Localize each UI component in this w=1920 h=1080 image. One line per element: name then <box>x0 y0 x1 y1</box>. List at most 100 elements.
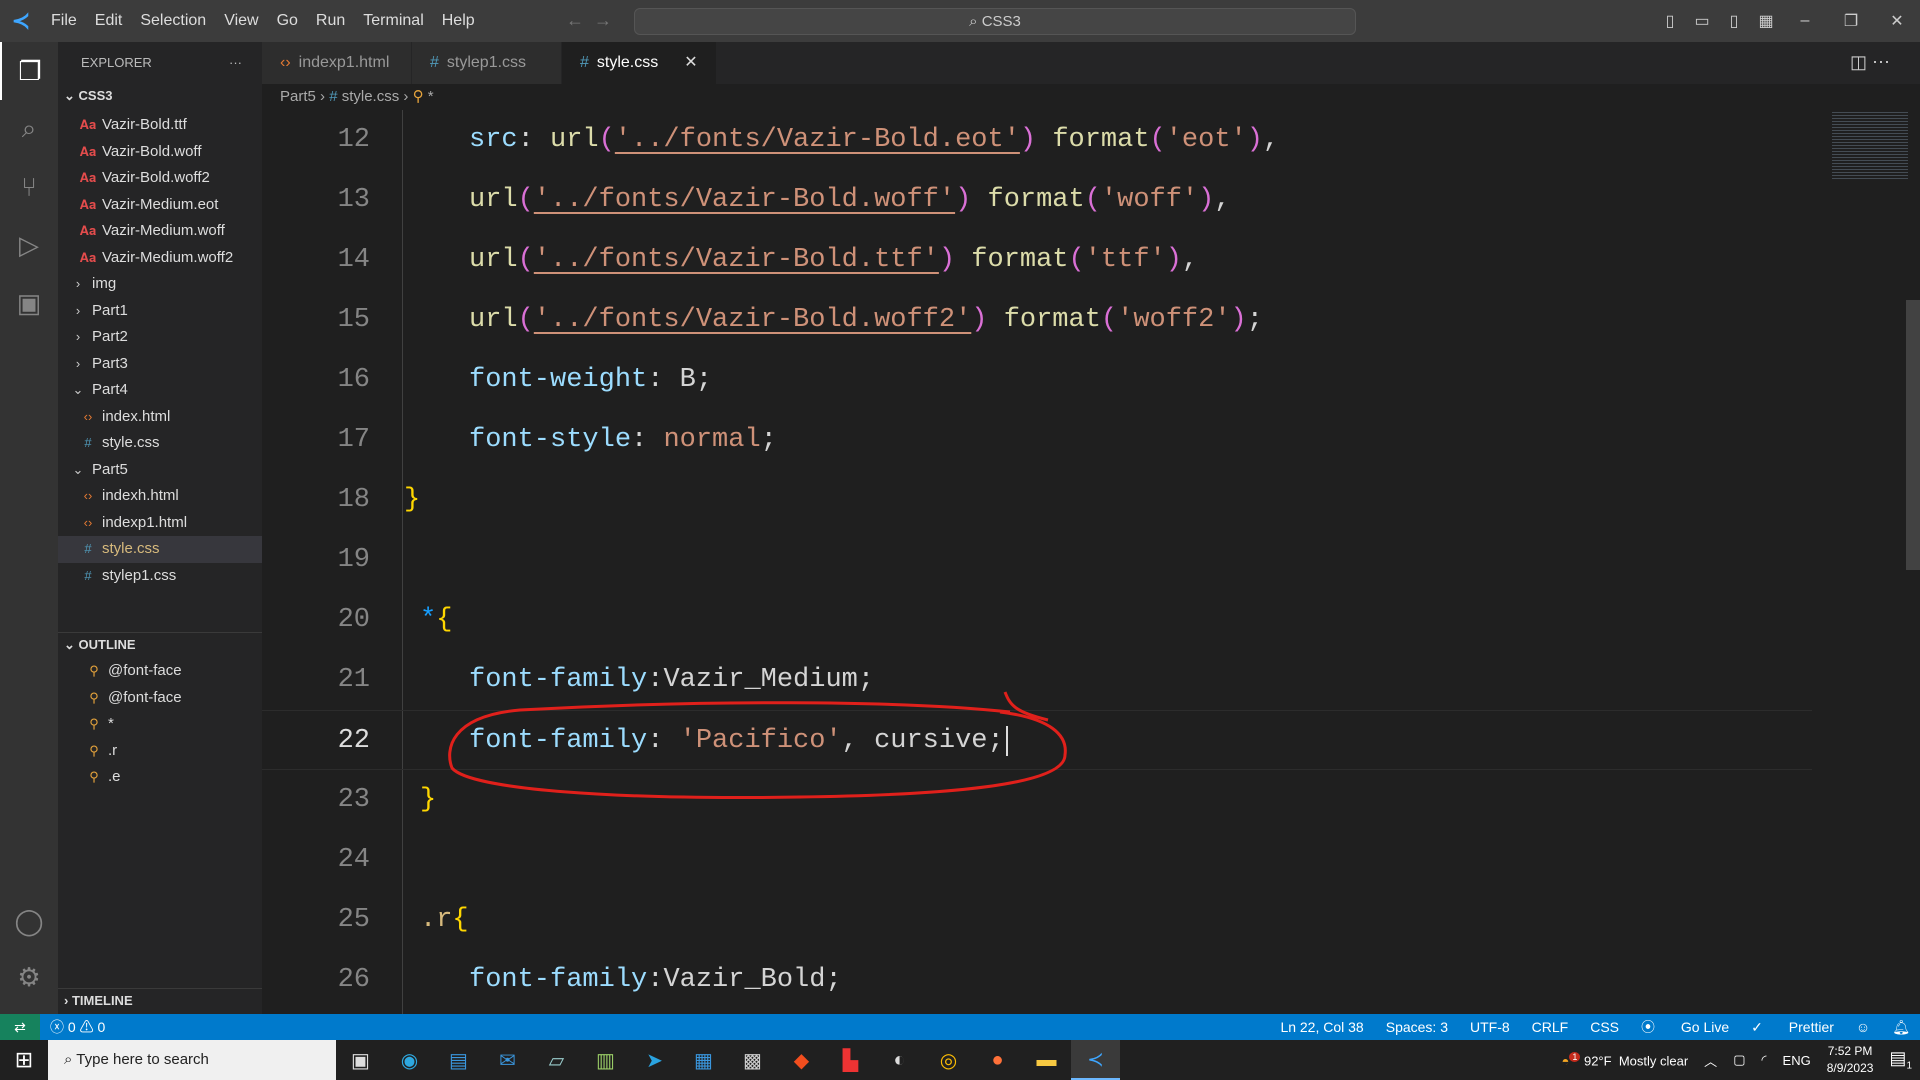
meet-now-icon[interactable]: ▢ <box>1733 1052 1745 1068</box>
indentation[interactable]: Spaces: 3 <box>1386 1014 1448 1040</box>
tree-item[interactable]: 𝐀𝐚 Vazir-Bold.woff <box>58 139 262 166</box>
paint-icon[interactable]: ◐ <box>875 1049 924 1072</box>
source-control-icon[interactable]: ⑂ <box>0 158 58 216</box>
tree-item[interactable]: 𝐀𝐚 Vazir-Medium.eot <box>58 192 262 219</box>
toggle-sidebar-icon[interactable]: ▯ <box>1654 11 1686 31</box>
breadcrumb-file[interactable]: style.css <box>342 88 400 105</box>
code-text: url('../fonts/Vazir-Bold.ttf') format('t… <box>469 230 1198 290</box>
notepad-icon[interactable]: ▱ <box>532 1048 581 1073</box>
breadcrumb-folder[interactable]: Part5 <box>280 88 316 105</box>
split-editor-icon[interactable]: ◫ ⋯ <box>1850 52 1890 73</box>
extensions-icon[interactable]: ▣ <box>0 274 58 332</box>
prettier-button[interactable]: ✓ Prettier <box>1751 1014 1834 1040</box>
restore-button[interactable]: ❐ <box>1828 11 1874 31</box>
weather-widget[interactable]: ◓ 1 92°F Mostly clear <box>1561 1051 1688 1068</box>
tree-item[interactable]: ‹› indexh.html <box>58 483 262 510</box>
nav-arrows[interactable]: ← → <box>566 10 612 31</box>
telegram-icon[interactable]: ➤ <box>630 1048 679 1073</box>
tab-stylep1-css[interactable]: # stylep1.css <box>412 42 562 84</box>
tree-item[interactable]: # style.css <box>58 536 262 563</box>
task-view-icon[interactable]: ▣ <box>336 1048 385 1073</box>
tree-item[interactable]: # style.css <box>58 430 262 457</box>
account-icon[interactable]: ◯ <box>0 892 58 950</box>
breadcrumb-symbol[interactable]: * <box>428 88 434 105</box>
tree-item[interactable]: 𝐀𝐚 Vazir-Bold.ttf <box>58 112 262 139</box>
command-center-search[interactable]: ⌕ CSS3 <box>634 8 1356 35</box>
editor-scrollbar[interactable] <box>1906 300 1920 570</box>
calendar-icon[interactable]: ▦ <box>679 1048 728 1073</box>
tree-item[interactable]: › Part2 <box>58 324 262 351</box>
go-live-button[interactable]: ⦿ Go Live <box>1641 1014 1729 1040</box>
figma-icon[interactable]: ◆ <box>777 1048 826 1073</box>
run-debug-icon[interactable]: ▷ <box>0 216 58 274</box>
windows-start-icon[interactable]: ⊞ <box>0 1047 48 1073</box>
line-ending[interactable]: CRLF <box>1532 1014 1569 1040</box>
taskbar-search[interactable]: ⌕ Type here to search <box>48 1040 336 1080</box>
wifi-icon[interactable]: ◜ <box>1761 1052 1766 1068</box>
minimize-button[interactable]: – <box>1782 12 1828 30</box>
menu-run[interactable]: Run <box>316 12 345 29</box>
chrome-icon[interactable]: ◎ <box>924 1048 973 1073</box>
tree-item[interactable]: 𝐀𝐚 Vazir-Medium.woff <box>58 218 262 245</box>
menu-edit[interactable]: Edit <box>95 12 123 29</box>
cursor-position[interactable]: Ln 22, Col 38 <box>1280 1014 1363 1040</box>
file-explorer-icon[interactable]: ▬ <box>1022 1049 1071 1072</box>
outline-item[interactable]: ⚲ * <box>58 711 262 738</box>
outline-item[interactable]: ⚲ @font-face <box>58 658 262 685</box>
outline-item[interactable]: ⚲ .r <box>58 738 262 765</box>
tray-chevron-icon[interactable]: ︿ <box>1704 1051 1717 1070</box>
code-editor[interactable]: 12 src: url('../fonts/Vazir-Bold.eot') fo… <box>262 110 1920 1014</box>
customize-layout-icon[interactable]: ▦ <box>1750 11 1782 31</box>
tree-item[interactable]: # stylep1.css <box>58 563 262 590</box>
firefox-icon[interactable]: ● <box>973 1049 1022 1072</box>
toggle-panel-icon[interactable]: ▭ <box>1686 11 1718 31</box>
menu-help[interactable]: Help <box>442 12 475 29</box>
close-tab-icon[interactable]: ✕ <box>684 54 697 71</box>
tree-item[interactable]: › Part3 <box>58 351 262 378</box>
code-token: , <box>1262 125 1280 155</box>
menu-terminal[interactable]: Terminal <box>363 12 423 29</box>
folder-root[interactable]: ⌄ CSS3 <box>58 84 262 108</box>
vscode-taskbar-icon[interactable]: ≺ <box>1071 1040 1120 1080</box>
tree-item[interactable]: ⌄ Part5 <box>58 457 262 484</box>
encoding[interactable]: UTF-8 <box>1470 1014 1510 1040</box>
toggle-secondary-sidebar-icon[interactable]: ▯ <box>1718 11 1750 31</box>
timeline-header[interactable]: › TIMELINE <box>58 988 262 1012</box>
tree-item[interactable]: › img <box>58 271 262 298</box>
remote-icon[interactable]: ⇄ <box>0 1014 40 1040</box>
language-indicator[interactable]: ENG <box>1783 1053 1811 1068</box>
tree-item[interactable]: ⌄ Part4 <box>58 377 262 404</box>
tab-style-css[interactable]: # style.css ✕ <box>562 42 717 84</box>
mail-icon[interactable]: ✉ <box>483 1048 532 1073</box>
outline-header[interactable]: ⌄ OUTLINE <box>58 632 262 656</box>
more-actions-button[interactable]: ··· <box>229 42 242 84</box>
bell-icon[interactable]: 🔔︎ <box>1892 1014 1910 1040</box>
gear-icon[interactable]: ⚙ <box>0 948 58 1006</box>
edge-icon[interactable]: ◉ <box>385 1048 434 1073</box>
tree-item[interactable]: › Part1 <box>58 298 262 325</box>
feedback-icon[interactable]: ☺ <box>1856 1014 1870 1040</box>
tree-item[interactable]: ‹› indexp1.html <box>58 510 262 537</box>
close-window-button[interactable]: ✕ <box>1874 11 1920 31</box>
menu-view[interactable]: View <box>224 12 258 29</box>
language-mode[interactable]: CSS <box>1590 1014 1619 1040</box>
menu-file[interactable]: File <box>51 12 77 29</box>
tree-item[interactable]: 𝐀𝐚 Vazir-Medium.woff2 <box>58 245 262 272</box>
menu-go[interactable]: Go <box>277 12 298 29</box>
notification-center-icon[interactable]: ▤1 <box>1889 1048 1912 1072</box>
problems-indicator[interactable]: ⓧ 0 ⚠ 0 <box>50 1014 105 1040</box>
tab-indexp1-html[interactable]: ‹› indexp1.html <box>262 42 412 84</box>
outline-item[interactable]: ⚲ @font-face <box>58 685 262 712</box>
acrobat-icon[interactable]: ▙ <box>826 1048 875 1073</box>
notepadpp-icon[interactable]: ▥ <box>581 1048 630 1073</box>
calculator-icon[interactable]: ▩ <box>728 1048 777 1073</box>
tree-item[interactable]: 𝐀𝐚 Vazir-Bold.woff2 <box>58 165 262 192</box>
store-icon[interactable]: ▤ <box>434 1048 483 1073</box>
clock[interactable]: 7:52 PM 8/9/2023 <box>1827 1043 1874 1077</box>
tree-item[interactable]: ‹› index.html <box>58 404 262 431</box>
menu-selection[interactable]: Selection <box>140 12 206 29</box>
explorer-icon[interactable]: ❐ <box>0 42 58 100</box>
minimap[interactable] <box>1832 110 1908 180</box>
outline-item[interactable]: ⚲ .e <box>58 764 262 791</box>
search-icon[interactable]: ⌕ <box>0 100 58 158</box>
